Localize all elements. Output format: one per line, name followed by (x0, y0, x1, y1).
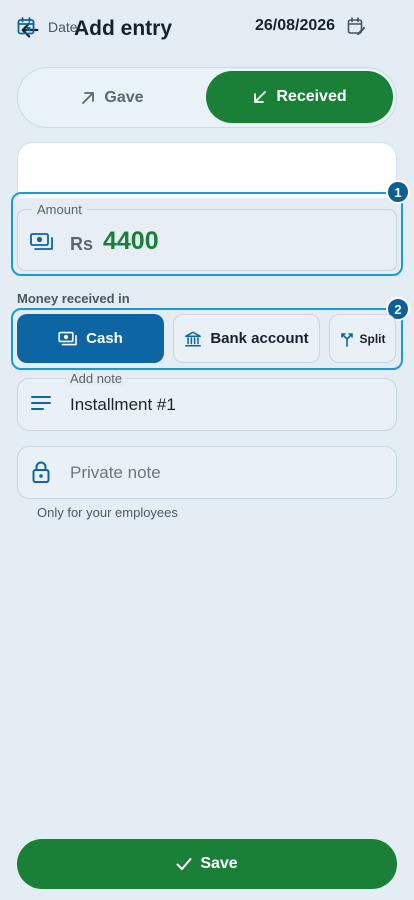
received-tab[interactable]: Received (206, 71, 393, 123)
save-button[interactable]: Save (17, 839, 397, 889)
private-note-input[interactable] (70, 462, 370, 484)
arrow-down-left-icon (254, 91, 267, 103)
payment-option-cash[interactable]: Cash (17, 314, 164, 363)
payment-option-cash-label: Cash (86, 330, 123, 347)
page-title: Add entry (74, 17, 173, 40)
payment-option-bank-label: Bank account (210, 330, 309, 347)
note-label: Add note (66, 371, 127, 386)
money-icon (30, 233, 53, 250)
notes-icon (31, 396, 51, 410)
entry-type-toggle: Gave Received (17, 67, 397, 128)
amount-currency: Rs (70, 234, 94, 254)
cash-icon (58, 331, 77, 345)
arrow-up-right-icon (82, 91, 95, 104)
payment-option-split[interactable]: Split (329, 314, 396, 363)
date-label: Date (48, 19, 78, 35)
received-tab-label: Received (276, 88, 347, 105)
calendar-edit-icon[interactable] (346, 16, 366, 36)
amount-label: Amount (32, 202, 87, 217)
date-value[interactable]: 26/08/2026 (255, 17, 335, 35)
amount-value[interactable]: 4400 (103, 227, 159, 256)
payment-option-bank[interactable]: Bank account (173, 314, 320, 363)
check-icon (176, 858, 192, 870)
split-icon (340, 332, 353, 347)
private-note-hint: Only for your employees (37, 505, 178, 520)
bank-icon (185, 330, 202, 347)
step-badge-1: 1 (386, 180, 410, 204)
gave-tab[interactable]: Gave (18, 68, 206, 127)
lock-icon (32, 461, 50, 483)
payment-section-label: Money received in (17, 291, 130, 306)
note-value[interactable]: Installment #1 (70, 395, 176, 415)
calendar-icon (17, 17, 35, 35)
date-field[interactable] (17, 142, 397, 198)
payment-option-split-label: Split (359, 331, 386, 346)
gave-tab-label: Gave (104, 88, 144, 106)
save-button-label: Save (200, 855, 238, 872)
